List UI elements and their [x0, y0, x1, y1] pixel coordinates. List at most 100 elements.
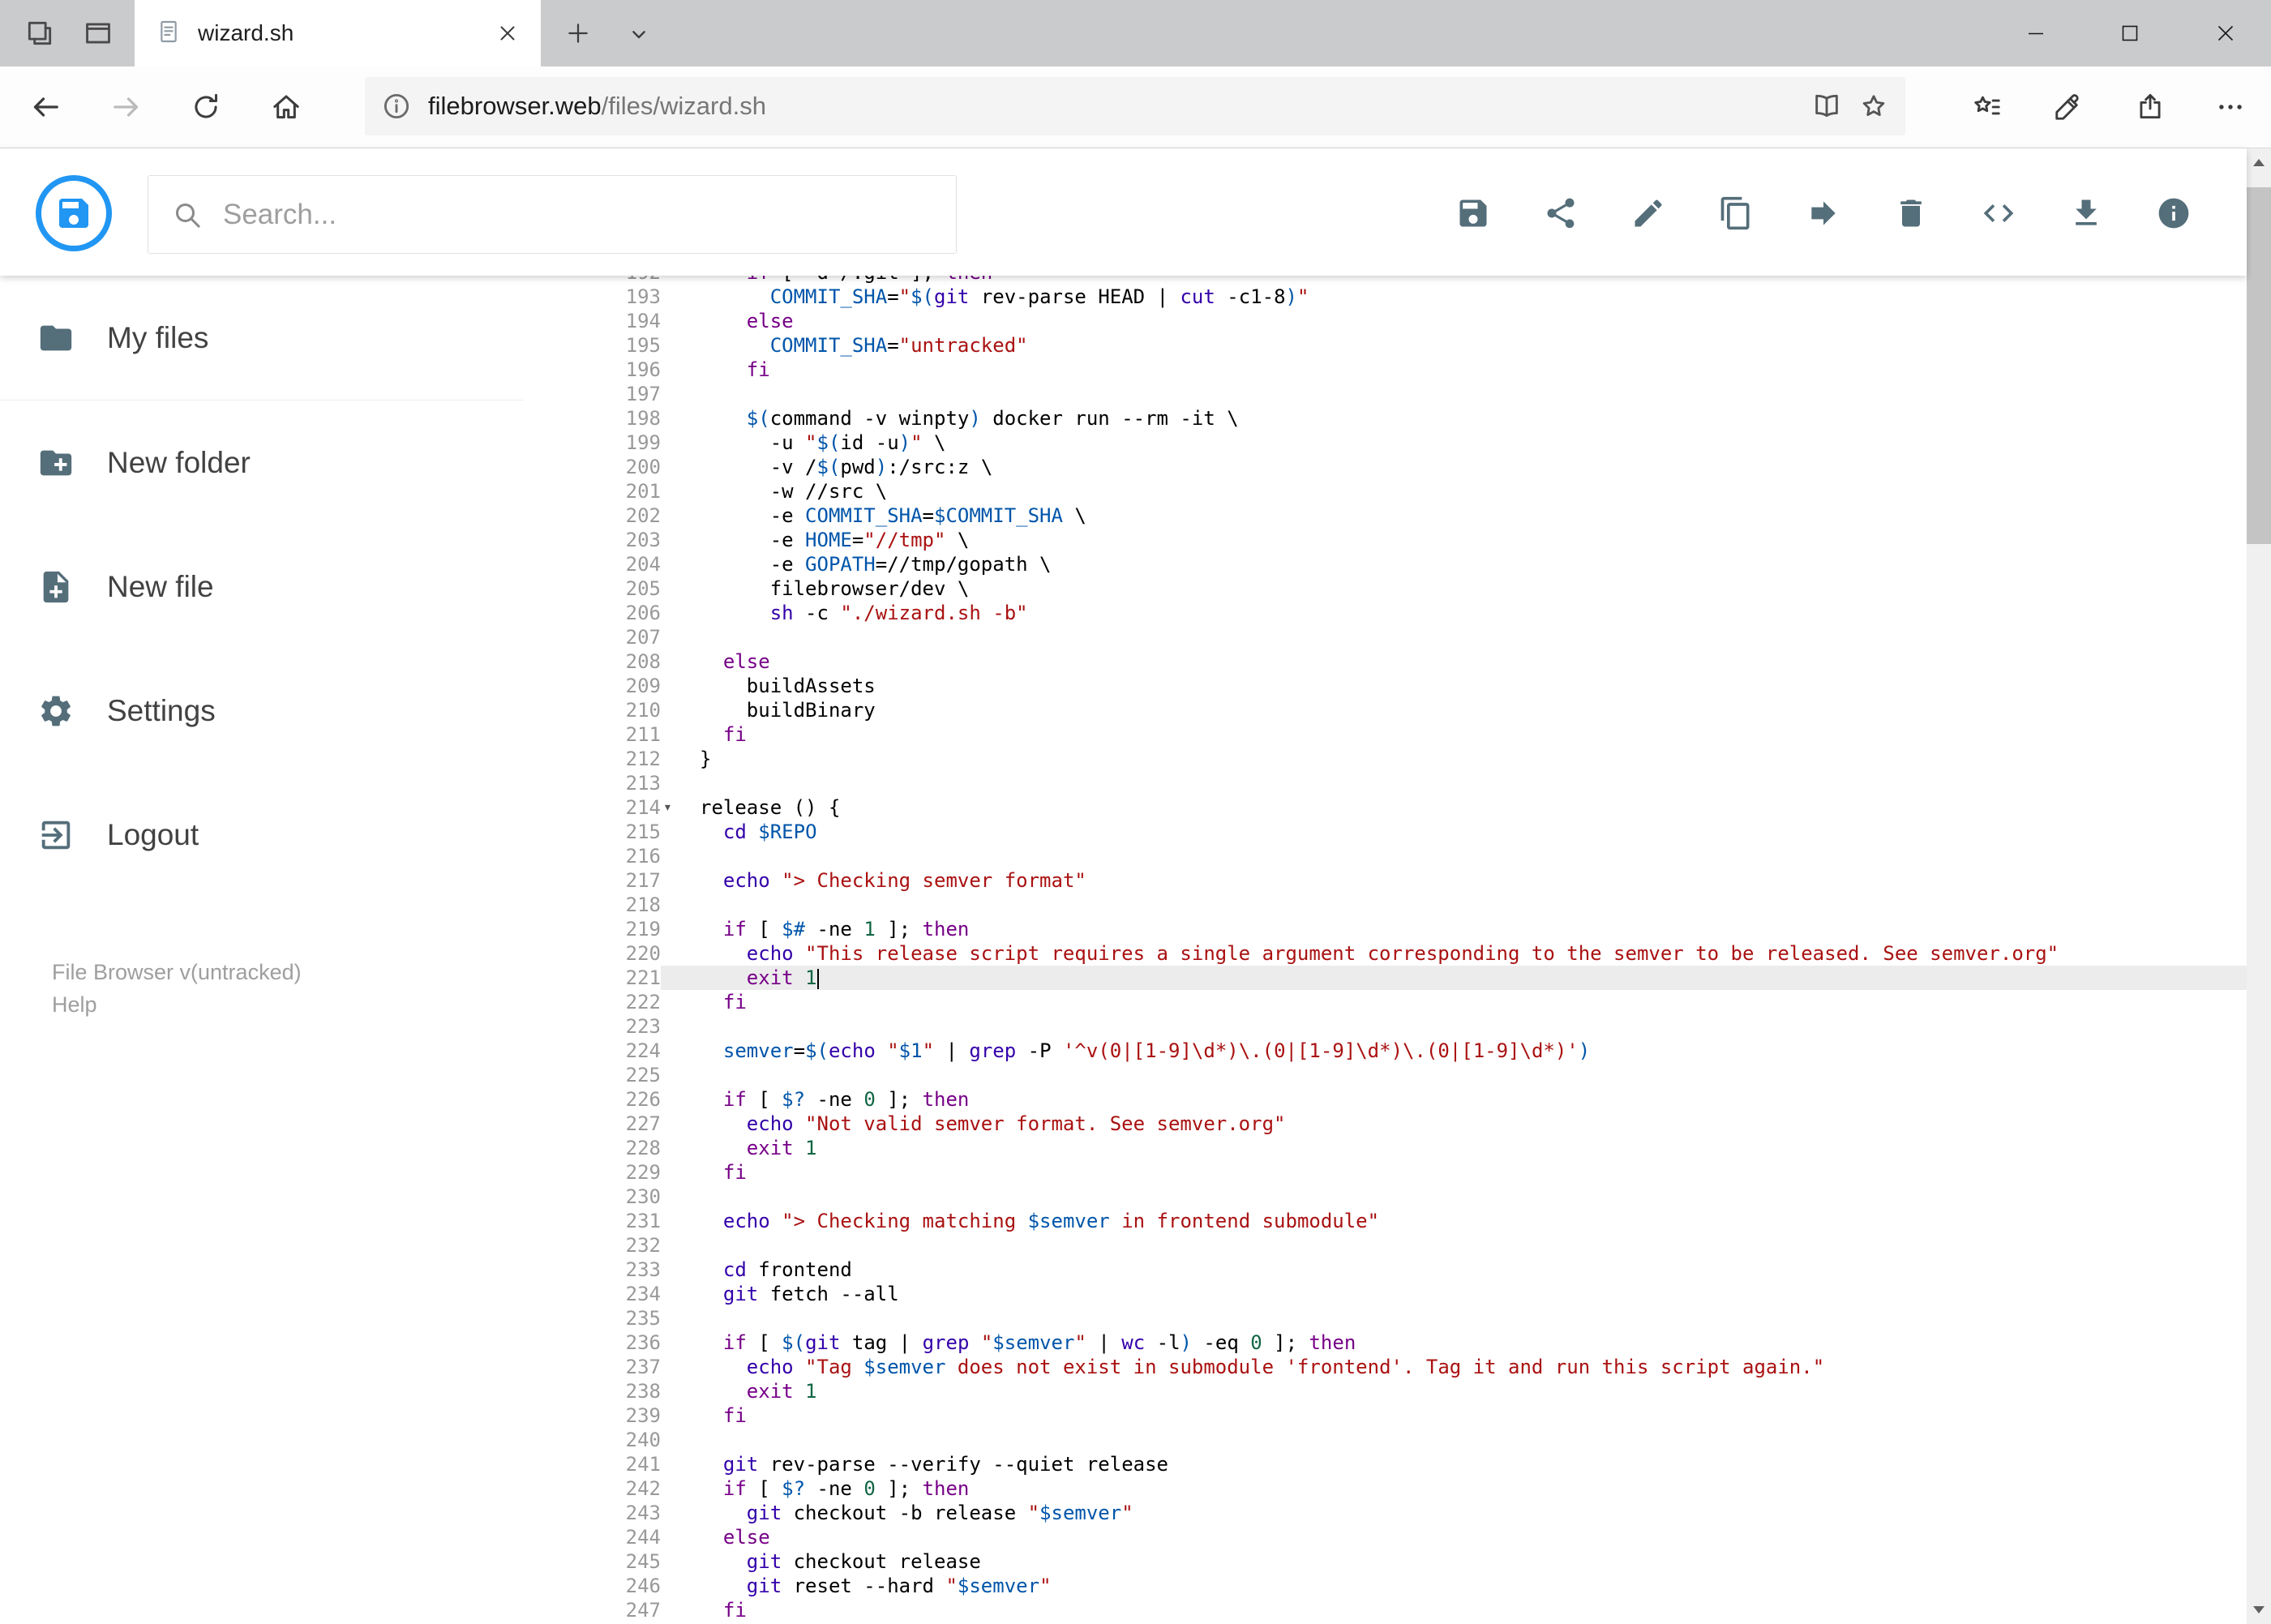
code-line[interactable]: 236 if [ $(git tag | grep "$semver" | wc…	[612, 1330, 2247, 1355]
window-minimize-button[interactable]	[2017, 15, 2055, 51]
code-line[interactable]: 213	[612, 771, 2247, 795]
sidebar-item-logout[interactable]: Logout	[0, 773, 523, 897]
code-line[interactable]: 244 else	[612, 1525, 2247, 1549]
code-line[interactable]: 218	[612, 893, 2247, 917]
code-line[interactable]: 201 -w //src \	[612, 479, 2247, 503]
code-line[interactable]: 196 fi	[612, 358, 2247, 382]
code-line[interactable]: 233 cd frontend	[612, 1258, 2247, 1282]
tab-preview-icon[interactable]	[83, 18, 114, 49]
refresh-button[interactable]	[190, 91, 222, 123]
sidebar-item-settings[interactable]: Settings	[0, 649, 523, 773]
code-line[interactable]: 226 if [ $? -ne 0 ]; then	[612, 1087, 2247, 1112]
filebrowser-logo-icon[interactable]	[36, 175, 112, 251]
code-line[interactable]: 199 -u "$(id -u)" \	[612, 431, 2247, 455]
code-line[interactable]: 225	[612, 1063, 2247, 1087]
code-line[interactable]: 241 git rev-parse --verify --quiet relea…	[612, 1452, 2247, 1476]
code-line[interactable]: 229 fi	[612, 1160, 2247, 1185]
share-page-icon[interactable]	[2135, 92, 2166, 122]
new-tab-button[interactable]	[564, 19, 592, 47]
code-line[interactable]: 204 -e GOPATH=//tmp/gopath \	[612, 552, 2247, 576]
code-line[interactable]: 221 exit 1	[612, 966, 2247, 990]
code-line[interactable]: 214 ▾ release () {	[612, 795, 2247, 820]
window-close-button[interactable]	[2207, 15, 2244, 51]
sidebar-item-my-files[interactable]: My files	[0, 276, 523, 400]
forward-button[interactable]	[110, 91, 143, 123]
code-line[interactable]: 198 $(command -v winpty) docker run --rm…	[612, 406, 2247, 431]
code-line[interactable]: 212}	[612, 747, 2247, 771]
code-line[interactable]: 193 COMMIT_SHA="$(git rev-parse HEAD | c…	[612, 285, 2247, 309]
site-info-icon[interactable]	[381, 91, 412, 122]
tab-close-icon[interactable]	[495, 21, 520, 45]
code-line[interactable]: 240	[612, 1428, 2247, 1452]
code-line[interactable]: 245 git checkout release	[612, 1549, 2247, 1574]
code-line[interactable]: 211 fi	[612, 722, 2247, 747]
code-line[interactable]: 234 git fetch --all	[612, 1282, 2247, 1306]
rename-icon[interactable]	[1630, 195, 1666, 231]
code-line[interactable]: 224 semver=$(echo "$1" | grep -P '^v(0|[…	[612, 1039, 2247, 1063]
more-options-icon[interactable]	[2215, 92, 2246, 122]
set-tabs-aside-icon[interactable]	[24, 18, 55, 49]
tab-list-chevron-icon[interactable]	[626, 21, 652, 47]
code-line[interactable]: 235	[612, 1306, 2247, 1330]
code-line[interactable]: 219 if [ $# -ne 1 ]; then	[612, 917, 2247, 941]
copy-icon[interactable]	[1718, 195, 1754, 231]
code-line[interactable]: 200 -v /$(pwd):/src:z \	[612, 455, 2247, 479]
share-icon[interactable]	[1543, 195, 1579, 231]
code-line[interactable]: 216	[612, 844, 2247, 868]
code-line[interactable]: 222 fi	[612, 990, 2247, 1014]
code-editor[interactable]: 192 if [ -d /.git ]; then193 COMMIT_SHA=…	[612, 276, 2247, 1624]
code-view-icon[interactable]	[1981, 195, 2016, 231]
code-line[interactable]: 210 buildBinary	[612, 698, 2247, 722]
scrollbar-thumb[interactable]	[2247, 187, 2271, 544]
move-icon[interactable]	[1806, 195, 1841, 231]
delete-icon[interactable]	[1893, 195, 1929, 231]
browser-tab[interactable]: wizard.sh	[135, 0, 541, 66]
code-line[interactable]: 215 cd $REPO	[612, 820, 2247, 844]
code-line[interactable]: 227 echo "Not valid semver format. See s…	[612, 1112, 2247, 1136]
code-line[interactable]: 197	[612, 382, 2247, 406]
sidebar-item-new-file[interactable]: New file	[0, 525, 523, 649]
code-line[interactable]: 239 fi	[612, 1403, 2247, 1428]
code-line[interactable]: 202 -e COMMIT_SHA=$COMMIT_SHA \	[612, 503, 2247, 528]
home-button[interactable]	[270, 91, 302, 123]
code-line[interactable]: 206 sh -c "./wizard.sh -b"	[612, 601, 2247, 625]
sidebar-item-new-folder[interactable]: New folder	[0, 401, 523, 525]
page-scrollbar[interactable]	[2247, 148, 2271, 1624]
code-line[interactable]: 232	[612, 1233, 2247, 1258]
code-line[interactable]: 230	[612, 1185, 2247, 1209]
download-icon[interactable]	[2068, 195, 2104, 231]
code-line[interactable]: 192 if [ -d /.git ]; then	[612, 276, 2247, 285]
code-line[interactable]: 223	[612, 1014, 2247, 1039]
code-line[interactable]: 242 if [ $? -ne 0 ]; then	[612, 1476, 2247, 1501]
favorite-star-icon[interactable]	[1858, 91, 1889, 122]
code-line[interactable]: 194 else	[612, 309, 2247, 333]
fold-marker-icon[interactable]: ▾	[663, 795, 672, 820]
code-line[interactable]: 228 exit 1	[612, 1136, 2247, 1160]
scrollbar-down-arrow-icon[interactable]	[2253, 1606, 2265, 1613]
code-line[interactable]: 237 echo "Tag $semver does not exist in …	[612, 1355, 2247, 1379]
search-input[interactable]	[223, 198, 933, 231]
code-line[interactable]: 247 fi	[612, 1598, 2247, 1622]
code-line[interactable]: 246 git reset --hard "$semver"	[612, 1574, 2247, 1598]
save-icon[interactable]	[1455, 195, 1491, 231]
hub-favorites-icon[interactable]	[1972, 92, 2003, 122]
scrollbar-up-arrow-icon[interactable]	[2253, 159, 2265, 166]
code-line[interactable]: 208 else	[612, 649, 2247, 674]
back-button[interactable]	[29, 91, 62, 123]
code-line[interactable]: 203 -e HOME="//tmp" \	[612, 528, 2247, 552]
search-box[interactable]	[148, 175, 957, 254]
code-line[interactable]: 231 echo "> Checking matching $semver in…	[612, 1209, 2247, 1233]
code-line[interactable]: 205 filebrowser/dev \	[612, 576, 2247, 601]
code-line[interactable]: 238 exit 1	[612, 1379, 2247, 1403]
code-line[interactable]: 209 buildAssets	[612, 674, 2247, 698]
reading-view-icon[interactable]	[1811, 91, 1842, 122]
help-link[interactable]: Help	[52, 991, 302, 1019]
code-line[interactable]: 207	[612, 625, 2247, 649]
code-line[interactable]: 195 COMMIT_SHA="untracked"	[612, 333, 2247, 358]
web-notes-pen-icon[interactable]	[2053, 92, 2084, 122]
code-line[interactable]: 243 git checkout -b release "$semver"	[612, 1501, 2247, 1525]
code-line[interactable]: 220 echo "This release script requires a…	[612, 941, 2247, 966]
window-maximize-button[interactable]	[2111, 15, 2149, 51]
code-line[interactable]: 217 echo "> Checking semver format"	[612, 868, 2247, 893]
url-field[interactable]: filebrowser.web/files/wizard.sh	[365, 77, 1905, 135]
